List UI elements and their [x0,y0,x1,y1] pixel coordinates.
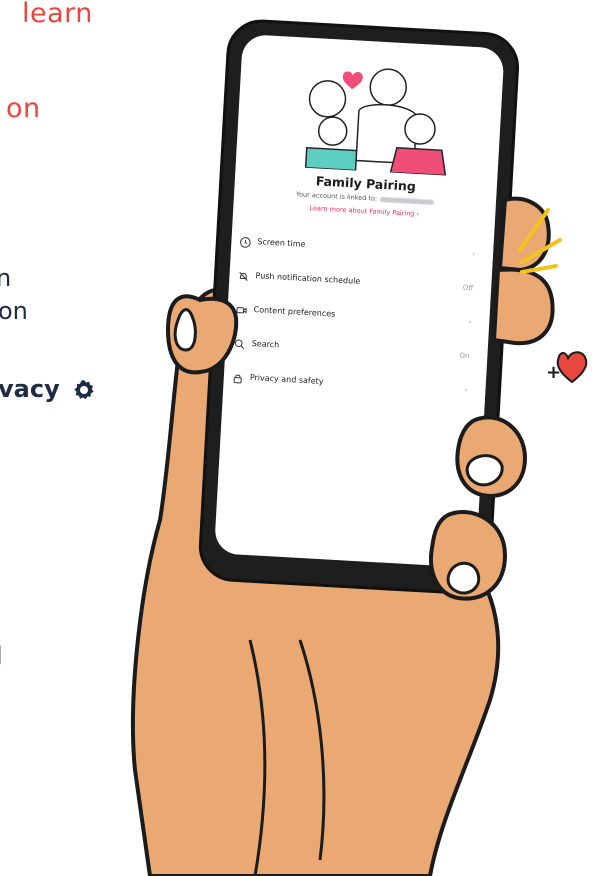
setting-row-privacy-and-safety[interactable]: Privacy and safety › [231,370,472,403]
chevron-right-icon: › [464,385,468,395]
gear-icon [74,380,94,400]
heart-icon [556,351,588,384]
text-l: l [0,642,3,670]
redacted-username [380,196,435,205]
page: + Family Pairing Your account is linked … [0,0,595,876]
phone-screen-content: Family Pairing Your account is linked to… [214,34,505,568]
setting-label: Push notification schedule [255,271,361,286]
setting-row-screen-time[interactable]: Screen time › [239,234,480,267]
setting-label: Content preferences [253,305,336,319]
setting-label: Privacy and safety [249,372,324,387]
text-on: on [0,297,28,325]
text-learn: learn [22,0,93,29]
setting-value: Off [462,283,474,293]
privacy-label: vacy [0,375,60,403]
chevron-right-icon: › [468,318,472,327]
left-text-column: learn on n on vacy l [0,0,140,876]
setting-row-content-preferences[interactable]: Content preferences › [235,302,476,335]
lock-icon [233,374,242,384]
setting-label: Search [251,338,280,350]
finger-2 [492,267,555,346]
text-on-red: on [6,93,41,124]
learn-more-chevron: › [416,209,420,219]
family-illustration [304,68,447,177]
text-privacy: vacy [0,375,96,403]
setting-row-push-notification-schedule[interactable]: Push notification schedule Off [237,268,478,301]
search-icon [234,339,245,350]
setting-value: On [459,351,470,361]
learn-more-label: Learn more about Family Pairing [309,203,415,218]
setting-row-search[interactable]: Search On [233,336,474,369]
linked-account-label: Your account is linked to: [295,190,378,203]
text-n: n [0,264,12,292]
clock-icon [240,237,251,248]
bell-off-icon [239,271,248,281]
setting-label: Screen time [257,237,306,249]
thumb-nail [173,308,197,352]
video-icon [236,307,247,314]
chevron-right-icon: › [472,250,476,259]
